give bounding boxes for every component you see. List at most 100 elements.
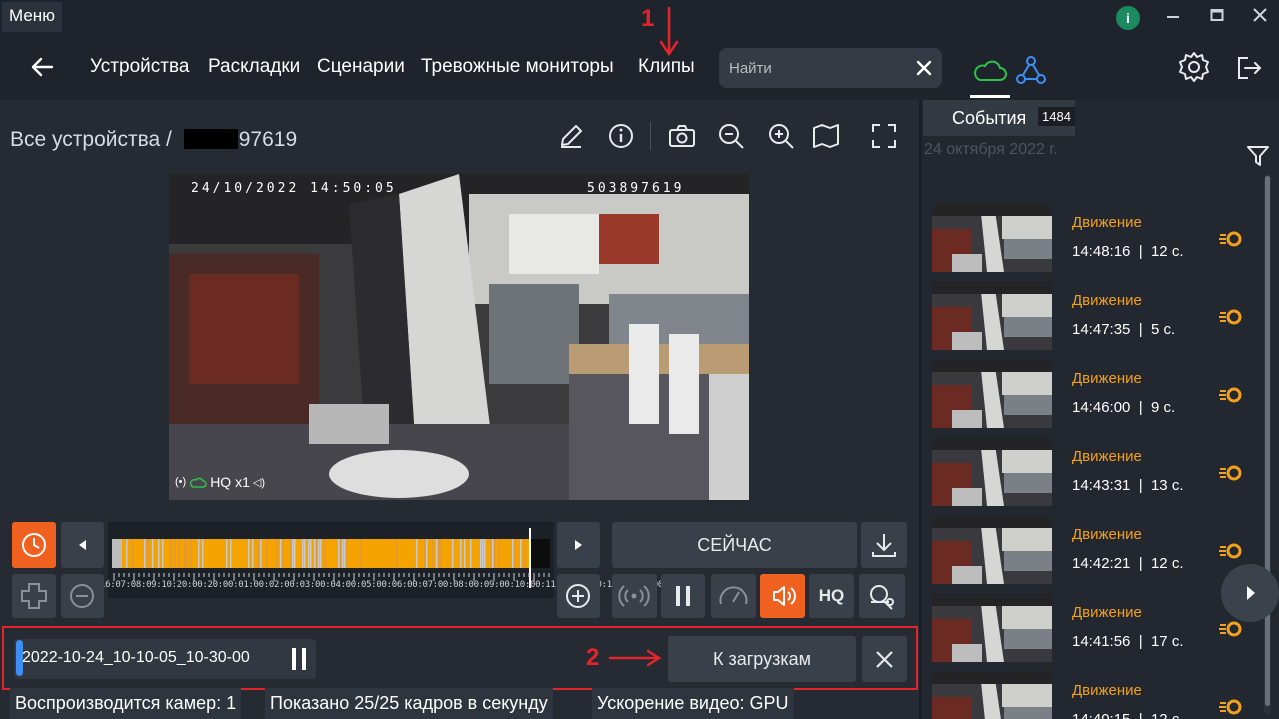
event-timestamp: 14:40:15 <box>1072 711 1130 719</box>
settings-gear-icon[interactable] <box>1177 50 1211 84</box>
event-item[interactable]: Движение 14:43:31 | 13 с. <box>928 438 1258 508</box>
motion-event-icon[interactable] <box>1218 306 1244 328</box>
event-time: 14:42:21 | 12 с. <box>1072 555 1184 572</box>
close-clip-button[interactable] <box>862 636 907 682</box>
nav-alarm-monitors[interactable]: Тревожные мониторы <box>421 56 614 78</box>
chevron-left-icon <box>79 540 86 550</box>
to-downloads-button[interactable]: К загрузкам <box>668 636 856 682</box>
clip-pause-icon[interactable] <box>290 645 308 673</box>
motion-event-icon[interactable] <box>1218 462 1244 484</box>
active-tab-indicator <box>970 95 1010 98</box>
chevron-right-icon <box>575 540 582 550</box>
filter-icon[interactable] <box>1246 144 1270 168</box>
event-duration: 12 с. <box>1150 555 1184 572</box>
search-input[interactable] <box>719 48 909 88</box>
status-fps: Показано 25/25 кадров в секунду <box>265 688 553 719</box>
event-thumbnail[interactable] <box>932 282 1052 350</box>
video-overlay-status: (•) HQ x1 ◁) <box>175 474 265 490</box>
sound-icon: ◁) <box>252 476 265 489</box>
event-thumbnail[interactable] <box>932 516 1052 584</box>
motion-event-icon[interactable] <box>1218 228 1244 250</box>
event-thumbnail[interactable] <box>932 594 1052 662</box>
event-type: Движение <box>1072 448 1142 465</box>
map-icon[interactable] <box>811 121 841 151</box>
event-separator: | <box>1130 711 1151 719</box>
event-item[interactable]: Движение 14:48:16 | 12 с. <box>928 204 1258 274</box>
event-thumbnail[interactable] <box>932 672 1052 719</box>
clear-search-icon[interactable] <box>913 57 935 79</box>
ptz-button[interactable] <box>12 574 56 618</box>
breadcrumb-separator: / <box>160 128 178 151</box>
nav-scenarios[interactable]: Сценарии <box>317 56 405 78</box>
snapshot-camera-icon[interactable] <box>667 121 697 151</box>
logout-icon[interactable] <box>1234 52 1264 84</box>
timeline-ticks <box>112 570 550 581</box>
breadcrumb-device: 97619 <box>238 128 298 151</box>
live-stream-button[interactable] <box>612 574 657 618</box>
timeline-zoom-out-button[interactable] <box>61 574 104 618</box>
now-button[interactable]: СЕЙЧАС <box>612 522 857 568</box>
pause-button[interactable] <box>661 574 705 618</box>
zoom-in-icon[interactable] <box>766 121 796 151</box>
camera-settings-button[interactable] <box>859 574 905 618</box>
event-duration: 5 с. <box>1150 321 1176 338</box>
redacted-block <box>183 129 238 149</box>
event-item[interactable]: Движение 14:47:35 | 5 с. <box>928 282 1258 352</box>
event-duration: 9 с. <box>1150 399 1176 416</box>
speed-button[interactable] <box>711 574 756 618</box>
timeline-recording-fill <box>112 539 530 568</box>
menu-button[interactable]: Меню <box>2 2 62 32</box>
archive-clock-button[interactable] <box>12 522 56 568</box>
event-timestamp: 14:43:31 <box>1072 477 1131 494</box>
maximize-icon[interactable] <box>1203 5 1231 30</box>
info-badge[interactable]: i <box>1116 6 1140 30</box>
sound-button[interactable] <box>760 574 805 618</box>
close-window-icon[interactable] <box>1246 5 1274 30</box>
events-scrollbar-thumb[interactable] <box>1265 176 1270 706</box>
minimize-icon[interactable] <box>1159 5 1187 30</box>
event-time: 14:43:31 | 13 с. <box>1072 477 1184 494</box>
camera-video-frame[interactable]: 24/10/2022 14:50:05 503897619 (•) HQ x1 … <box>169 174 749 500</box>
camera-settings-icon <box>870 585 894 610</box>
event-item[interactable]: Движение 14:40:15 | 12 с. <box>928 672 1258 719</box>
download-button[interactable] <box>861 522 907 568</box>
minus-circle-icon <box>70 584 94 608</box>
quality-label: HQ x1 <box>210 474 250 490</box>
event-time: 14:46:00 | 9 с. <box>1072 399 1175 416</box>
cloud-icon[interactable] <box>970 50 1010 98</box>
office-scene-image <box>169 174 749 500</box>
motion-event-icon[interactable] <box>1218 696 1244 718</box>
nav-layouts[interactable]: Раскладки <box>208 56 300 78</box>
clock-icon <box>22 533 46 557</box>
network-icon[interactable] <box>1014 52 1048 88</box>
event-thumbnail[interactable] <box>932 360 1052 428</box>
event-item[interactable]: Движение 14:46:00 | 9 с. <box>928 360 1258 430</box>
info-icon[interactable] <box>606 121 636 151</box>
timeline-prev-button[interactable] <box>61 522 104 568</box>
event-timestamp: 14:48:16 <box>1072 243 1131 260</box>
timeline-zoom-in-button[interactable] <box>557 574 600 618</box>
pause-icon <box>676 586 690 606</box>
status-cameras: Воспроизводится камер: 1 <box>10 688 242 719</box>
event-thumbnail[interactable] <box>932 438 1052 506</box>
events-tab-label: События <box>952 108 1027 128</box>
video-camera-id: 503897619 <box>587 181 685 196</box>
edit-icon[interactable] <box>556 121 586 151</box>
ptz-cross-icon <box>21 583 47 609</box>
back-arrow-icon[interactable] <box>28 52 56 82</box>
breadcrumb-root[interactable]: Все устройства <box>10 128 160 151</box>
nav-devices[interactable]: Устройства <box>90 56 189 78</box>
motion-event-icon[interactable] <box>1218 540 1244 562</box>
timeline-bar[interactable] <box>112 539 550 568</box>
event-thumbnail[interactable] <box>932 204 1052 272</box>
motion-event-icon[interactable] <box>1218 384 1244 406</box>
timeline-next-button[interactable] <box>557 522 600 568</box>
zoom-out-icon[interactable] <box>716 121 746 151</box>
annotation-number-2: 2 <box>586 644 600 671</box>
hq-button[interactable]: HQ <box>809 574 854 618</box>
fullscreen-icon[interactable] <box>869 121 899 151</box>
next-page-button[interactable] <box>1221 564 1279 622</box>
event-item[interactable]: Движение 14:41:56 | 17 с. <box>928 594 1258 664</box>
event-item[interactable]: Движение 14:42:21 | 12 с. <box>928 516 1258 586</box>
events-date-label: 24 октября 2022 г. <box>924 141 1058 158</box>
